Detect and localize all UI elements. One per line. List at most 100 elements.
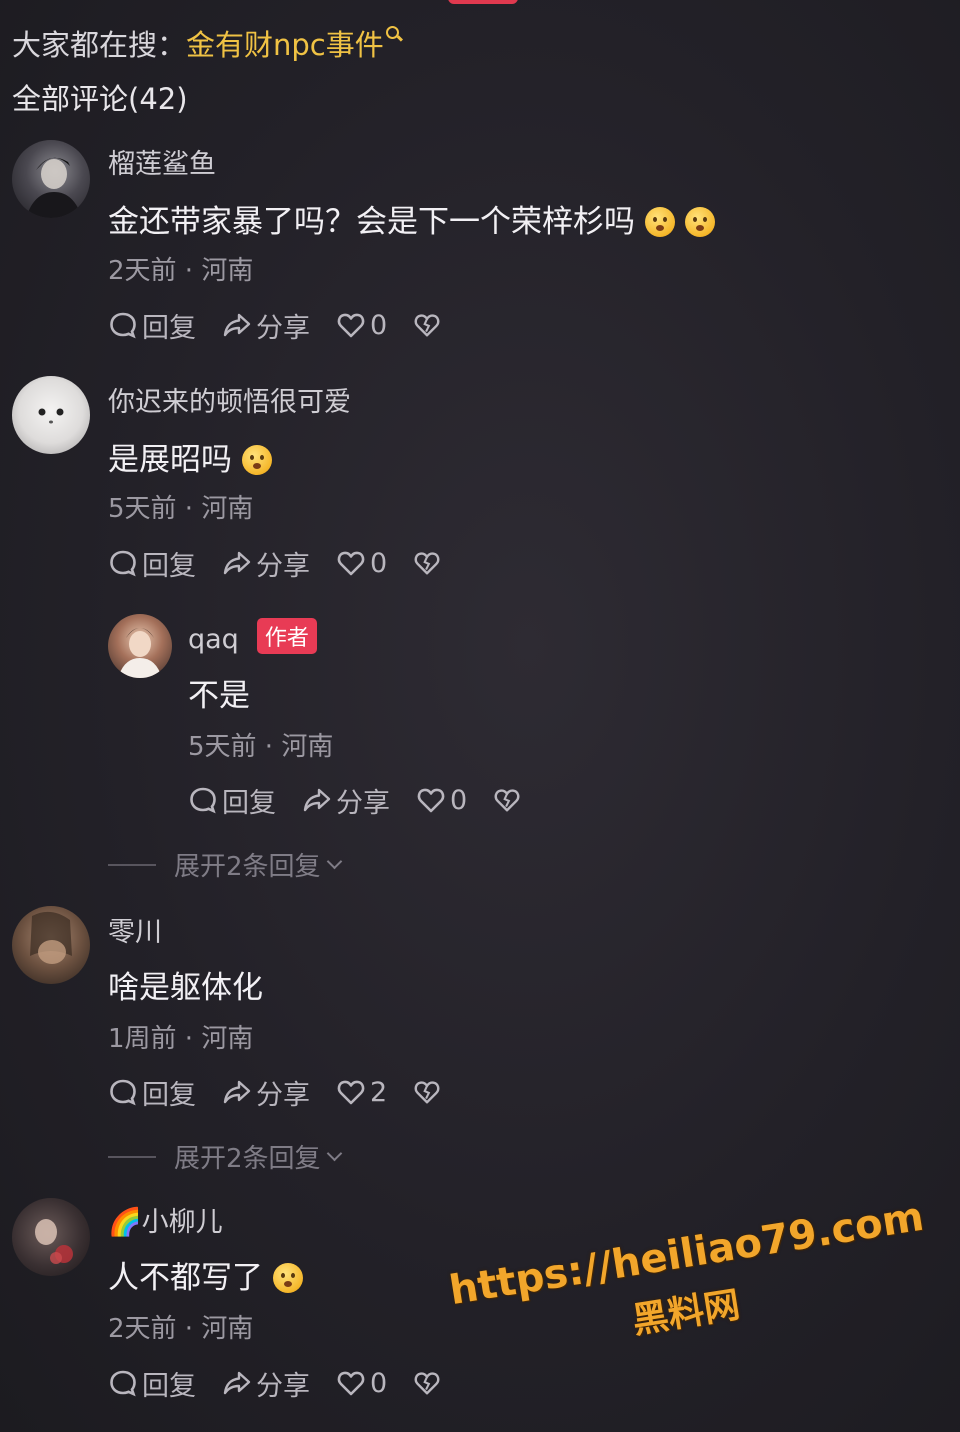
comment-username[interactable]: 你迟来的顿悟很可爱 xyxy=(108,380,351,419)
comment-text-body: 金还带家暴了吗？会是下一个荣梓杉吗 xyxy=(108,204,635,240)
top-tab-indicator xyxy=(448,0,518,4)
like-button[interactable]: 0 xyxy=(336,548,387,579)
comment-meta: 1周前 · 河南 xyxy=(108,1018,253,1055)
reply-button[interactable]: 回复 xyxy=(108,1073,196,1112)
avatar[interactable] xyxy=(12,376,90,454)
share-button[interactable]: 分享 xyxy=(302,781,390,820)
share-button[interactable]: 分享 xyxy=(222,544,310,583)
expand-replies-button[interactable]: 展开2条回复 xyxy=(108,846,342,883)
share-icon xyxy=(223,1080,251,1104)
emoji-icon xyxy=(242,445,272,475)
reply-label: 回复 xyxy=(142,550,196,582)
expand-divider xyxy=(108,863,156,866)
heart-icon xyxy=(337,1080,365,1105)
emoji-icon xyxy=(685,207,715,237)
like-button[interactable]: 0 xyxy=(416,785,467,816)
broken-heart-icon xyxy=(414,552,440,575)
share-icon xyxy=(303,788,331,812)
watermark: https://heiliao79.com 黑料网 xyxy=(445,1187,927,1387)
comment-time: 5天前 xyxy=(108,494,177,524)
avatar[interactable] xyxy=(12,1198,90,1276)
like-button[interactable]: 0 xyxy=(336,310,387,341)
comment-time: 2天前 xyxy=(108,256,177,286)
comment-actions: 回复 分享 0 xyxy=(108,543,471,583)
comment-text: 啥是躯体化 xyxy=(108,970,263,1006)
reply-username[interactable]: qaq xyxy=(188,624,239,655)
reply-button[interactable]: 回复 xyxy=(108,544,196,583)
comments-count-header: 全部评论(42) xyxy=(12,82,188,116)
expand-replies-label: 展开2条回复 xyxy=(174,1144,321,1174)
reply-icon xyxy=(110,312,136,339)
share-button[interactable]: 分享 xyxy=(222,1364,310,1403)
heart-icon xyxy=(337,551,365,576)
dislike-button[interactable] xyxy=(413,1369,445,1397)
reply-label: 回复 xyxy=(142,1079,196,1111)
comment-text-body: 是展昭吗 xyxy=(108,442,232,478)
like-count: 2 xyxy=(370,1076,388,1108)
reply-meta: 5天前 · 河南 xyxy=(188,726,333,763)
chevron-down-icon xyxy=(326,1145,342,1162)
reply-button[interactable]: 回复 xyxy=(108,1364,196,1403)
dislike-button[interactable] xyxy=(413,311,445,339)
broken-heart-icon xyxy=(414,314,440,337)
dislike-button[interactable] xyxy=(413,549,445,577)
comment-text-body: 人不都写了 xyxy=(108,1260,263,1296)
broken-heart-icon xyxy=(414,1081,440,1104)
expand-divider xyxy=(108,1155,156,1158)
reply-actions: 回复 分享 0 xyxy=(188,780,551,820)
comment-actions: 回复 分享 0 xyxy=(108,305,471,345)
meta-separator: · xyxy=(176,1024,202,1054)
search-suggestion[interactable]: 大家都在搜：金有财npc事件 xyxy=(12,22,402,64)
expand-replies-label: 展开2条回复 xyxy=(174,852,321,882)
reply-location: 河南 xyxy=(281,732,334,762)
chevron-down-icon xyxy=(326,853,342,870)
comment-text: 金还带家暴了吗？会是下一个荣梓杉吗 xyxy=(108,196,715,241)
search-suggestion-keyword[interactable]: 金有财npc事件 xyxy=(186,28,384,62)
broken-heart-icon xyxy=(494,789,520,812)
reply-label: 回复 xyxy=(142,1370,196,1402)
comment-time: 1周前 xyxy=(108,1024,177,1054)
watermark-site-name: 黑料网 xyxy=(629,1284,743,1342)
dislike-button[interactable] xyxy=(413,1078,445,1106)
meta-separator: · xyxy=(176,1314,202,1344)
share-label: 分享 xyxy=(256,312,310,344)
emoji-icon xyxy=(645,207,675,237)
comment-username[interactable]: 零川 xyxy=(108,910,162,949)
reply-icon xyxy=(110,1079,136,1106)
reply-time: 5天前 xyxy=(188,732,257,762)
heart-icon xyxy=(337,1371,365,1396)
reply-text: 不是 xyxy=(188,678,250,714)
avatar[interactable] xyxy=(12,140,90,218)
share-label: 分享 xyxy=(256,1370,310,1402)
meta-separator: · xyxy=(256,732,282,762)
emoji-icon xyxy=(273,1263,303,1293)
reply-button[interactable]: 回复 xyxy=(108,306,196,345)
share-label: 分享 xyxy=(256,1079,310,1111)
reply-username-row: qaq 作者 xyxy=(188,618,317,655)
search-icon[interactable] xyxy=(385,22,402,44)
avatar[interactable] xyxy=(108,614,172,678)
comment-meta: 2天前 · 河南 xyxy=(108,1308,253,1345)
like-count: 0 xyxy=(450,784,468,816)
share-button[interactable]: 分享 xyxy=(222,1073,310,1112)
comment-text: 是展昭吗 xyxy=(108,434,272,479)
meta-separator: · xyxy=(176,494,202,524)
reply-button[interactable]: 回复 xyxy=(188,781,276,820)
like-button[interactable]: 2 xyxy=(336,1077,387,1108)
comment-meta: 5天前 · 河南 xyxy=(108,488,253,525)
comment-text: 人不都写了 xyxy=(108,1252,303,1297)
meta-separator: · xyxy=(176,256,202,286)
comment-username[interactable]: 🌈小柳儿 xyxy=(108,1200,223,1239)
share-label: 分享 xyxy=(256,550,310,582)
comment-username[interactable]: 榴莲鲨鱼 xyxy=(108,142,216,181)
avatar[interactable] xyxy=(12,906,90,984)
reply-label: 回复 xyxy=(142,312,196,344)
share-button[interactable]: 分享 xyxy=(222,306,310,345)
comment-location: 河南 xyxy=(201,256,254,286)
like-button[interactable]: 0 xyxy=(336,1368,387,1399)
like-count: 0 xyxy=(370,547,388,579)
comment-time: 2天前 xyxy=(108,1314,177,1344)
dislike-button[interactable] xyxy=(493,786,525,814)
heart-icon xyxy=(417,788,445,813)
expand-replies-button[interactable]: 展开2条回复 xyxy=(108,1138,342,1175)
